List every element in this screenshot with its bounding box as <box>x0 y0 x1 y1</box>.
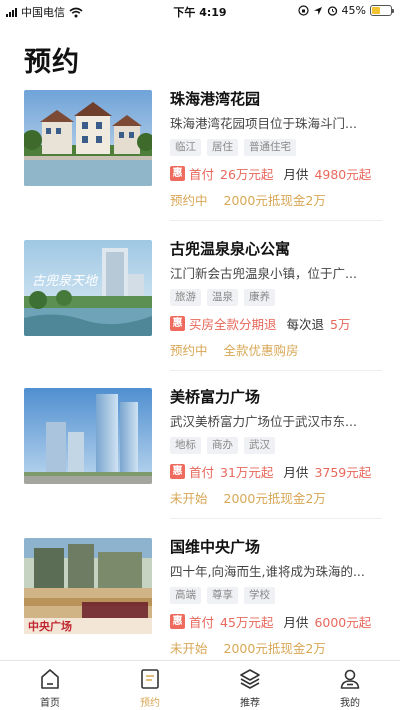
property-image: 中央广场 <box>24 538 152 634</box>
item-info: 美桥富力广场 武汉美桥富力广场位于武汉市东... 地标 商办 武汉 惠 首付 3… <box>170 386 382 506</box>
promo-b-value: 6000元起 <box>314 614 372 630</box>
item-tags: 临江 居住 普通住宅 <box>170 139 382 156</box>
status-row: 预约中 2000元抵现金2万 <box>170 190 382 208</box>
status-row: 预约中 全款优惠购房 <box>170 340 382 358</box>
promo-b-value: 5万 <box>330 316 351 332</box>
item-tags: 高端 尊享 学校 <box>170 587 382 604</box>
promo-b-value: 4980元起 <box>314 166 372 182</box>
tab-profile[interactable]: 我的 <box>300 661 400 710</box>
list-item[interactable]: 美桥富力广场 武汉美桥富力广场位于武汉市东... 地标 商办 武汉 惠 首付 3… <box>0 386 400 536</box>
discount-badge-icon: 惠 <box>170 613 185 629</box>
tag: 尊享 <box>207 587 238 604</box>
promo-row: 惠 首付 45万元起 月供 6000元起 <box>170 612 382 630</box>
promo-a-value: 31万元起 <box>220 464 274 480</box>
battery-percent: 45% <box>341 4 366 17</box>
status-label: 未开始 <box>170 641 208 656</box>
layers-icon <box>240 669 260 689</box>
promo-row: 惠 首付 31万元起 月供 3759元起 <box>170 462 382 480</box>
orientation-lock-icon <box>297 5 309 16</box>
status-row: 未开始 2000元抵现金2万 <box>170 488 382 506</box>
item-tags: 旅游 温泉 康养 <box>170 289 382 306</box>
property-image: 古兜泉天地 <box>24 240 152 336</box>
bottom-tab-bar: 首页 预约 推荐 我的 <box>0 660 400 710</box>
item-info: 古兜温泉泉心公寓 江门新会古兜温泉小镇，位于广... 旅游 温泉 康养 惠 买房… <box>170 238 382 358</box>
promo-b-label: 月供 <box>283 614 309 630</box>
tag: 温泉 <box>207 289 238 306</box>
promo-b-label: 月供 <box>283 166 309 182</box>
status-right: 45% <box>297 4 394 17</box>
promo-a-value: 26万元起 <box>220 166 274 182</box>
property-image <box>24 388 152 484</box>
tag: 地标 <box>170 437 201 454</box>
tab-label: 推荐 <box>240 698 260 709</box>
item-description: 珠海港湾花园项目位于珠海斗门... <box>170 116 357 131</box>
tab-reservation[interactable]: 预约 <box>100 661 200 710</box>
promo-a-value: 买房全款分期退 <box>189 316 277 332</box>
list-item[interactable]: 古兜泉天地 古兜温泉泉心公寓 江门新会古兜温泉小镇，位于广... 旅游 温泉 康… <box>0 238 400 388</box>
alarm-icon <box>327 6 337 16</box>
promo-a-label: 首付 <box>189 464 215 480</box>
profile-icon <box>340 669 360 689</box>
battery-icon <box>370 5 394 16</box>
divider <box>170 518 382 519</box>
status-detail: 2000元抵现金2万 <box>223 491 326 506</box>
thumb-caption: 中央广场 <box>28 619 72 633</box>
page-title: 预约 <box>24 47 80 78</box>
tag: 高端 <box>170 587 201 604</box>
discount-badge-icon: 惠 <box>170 463 185 479</box>
tag: 学校 <box>244 587 275 604</box>
item-description: 武汉美桥富力广场位于武汉市东... <box>170 414 357 429</box>
status-label: 预约中 <box>170 193 208 208</box>
tag: 普通住宅 <box>244 139 296 156</box>
item-title[interactable]: 珠海港湾花园 <box>170 88 382 110</box>
status-detail: 2000元抵现金2万 <box>223 193 326 208</box>
promo-b-label: 月供 <box>283 464 309 480</box>
discount-badge-icon: 惠 <box>170 165 185 181</box>
status-row: 未开始 2000元抵现金2万 <box>170 638 382 656</box>
tab-recommend[interactable]: 推荐 <box>200 661 300 710</box>
tag: 旅游 <box>170 289 201 306</box>
status-label: 未开始 <box>170 491 208 506</box>
item-title[interactable]: 古兜温泉泉心公寓 <box>170 238 382 260</box>
promo-a-value: 45万元起 <box>220 614 274 630</box>
discount-badge-icon: 惠 <box>170 315 185 331</box>
item-title[interactable]: 国维中央广场 <box>170 536 382 558</box>
list-item[interactable]: 珠海港湾花园 珠海港湾花园项目位于珠海斗门... 临江 居住 普通住宅 惠 首付… <box>0 88 400 238</box>
divider <box>170 220 382 221</box>
promo-a-label: 首付 <box>189 614 215 630</box>
promo-row: 惠 首付 26万元起 月供 4980元起 <box>170 164 382 182</box>
tab-home[interactable]: 首页 <box>0 661 100 710</box>
reservation-icon <box>141 669 159 689</box>
status-detail: 全款优惠购房 <box>223 343 299 358</box>
home-icon <box>41 669 59 689</box>
promo-b-value: 3759元起 <box>314 464 372 480</box>
promo-b-label: 每次退 <box>286 316 325 332</box>
status-detail: 2000元抵现金2万 <box>223 641 326 656</box>
location-icon <box>313 6 322 15</box>
item-info: 国维中央广场 四十年,向海而生,谁将成为珠海的... 高端 尊享 学校 惠 首付… <box>170 536 382 656</box>
status-label: 预约中 <box>170 343 208 358</box>
promo-row: 惠 买房全款分期退 每次退 5万 <box>170 314 382 332</box>
tab-label: 我的 <box>340 698 360 709</box>
promo-a-label: 首付 <box>189 166 215 182</box>
divider <box>170 370 382 371</box>
tag: 康养 <box>244 289 275 306</box>
tag: 商办 <box>207 437 238 454</box>
tag: 居住 <box>207 139 238 156</box>
item-info: 珠海港湾花园 珠海港湾花园项目位于珠海斗门... 临江 居住 普通住宅 惠 首付… <box>170 88 382 208</box>
item-tags: 地标 商办 武汉 <box>170 437 382 454</box>
tab-label: 预约 <box>140 698 160 709</box>
tag: 临江 <box>170 139 201 156</box>
item-title[interactable]: 美桥富力广场 <box>170 386 382 408</box>
thumb-caption: 古兜泉天地 <box>32 274 99 289</box>
tab-label: 首页 <box>40 698 60 709</box>
property-image <box>24 90 152 186</box>
item-description: 四十年,向海而生,谁将成为珠海的... <box>170 564 365 579</box>
item-description: 江门新会古兜温泉小镇，位于广... <box>170 266 357 281</box>
tag: 武汉 <box>244 437 275 454</box>
status-bar: 中国电信 下午 4:19 45% <box>0 0 400 22</box>
